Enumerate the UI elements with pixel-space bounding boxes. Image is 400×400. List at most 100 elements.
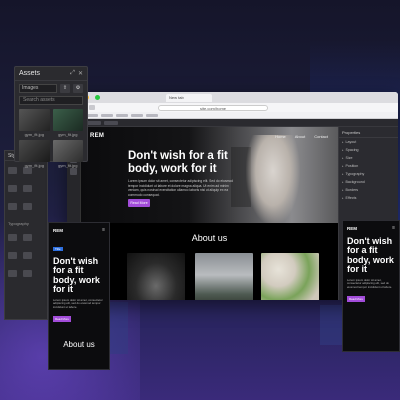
asset-item[interactable]: gym_fit.jpg <box>19 140 50 168</box>
asset-caption: gym_fit.jpg <box>58 132 78 137</box>
property-group[interactable]: ▸ Borders <box>339 186 398 194</box>
property-group[interactable]: ▸ Layout <box>339 138 398 146</box>
browser-toolbar: site.com/home <box>67 103 398 112</box>
asset-item[interactable]: gym_fit.jpg <box>52 140 83 168</box>
asset-caption: gym_fit.jpg <box>58 163 78 168</box>
mobile-hero-text[interactable]: Lorem ipsum dolor sit amet, consectetur … <box>49 297 109 312</box>
about-section[interactable]: About us <box>81 223 338 300</box>
chevron-right-icon: ▸ <box>342 180 344 184</box>
browser-tab[interactable]: New tab <box>166 93 212 102</box>
mobile-navbar: REM ≡ <box>343 221 399 235</box>
about-photo-food[interactable] <box>261 253 319 300</box>
border-icon[interactable] <box>8 270 17 277</box>
design-canvas[interactable]: REM Home About Contact Don't wish for a … <box>81 127 338 300</box>
chevron-right-icon: ▸ <box>342 196 344 200</box>
properties-panel-title: Properties <box>339 127 398 138</box>
assets-panel-header: Assets ⤢ ✕ <box>15 67 87 81</box>
align-right-icon[interactable] <box>8 185 17 192</box>
mobile-read-more-button[interactable]: Read More <box>347 296 365 303</box>
hero-section[interactable]: REM Home About Contact Don't wish for a … <box>81 127 338 225</box>
editor-toolbar <box>67 119 398 127</box>
asset-search-input[interactable]: Search assets <box>19 96 83 105</box>
property-group-label: Borders <box>345 188 359 192</box>
property-group-label: Background <box>345 180 365 184</box>
nav-links: Home About Contact <box>275 134 328 139</box>
asset-caption: gym_fit.jpg <box>24 132 44 137</box>
bookmark-item[interactable] <box>101 113 113 117</box>
hero-text[interactable]: Lorem ipsum dolor sit amet, consectetur … <box>128 179 240 197</box>
typography-section-label: Typography <box>8 221 29 226</box>
layout-grid-icon[interactable] <box>23 185 33 192</box>
layout-column-icon[interactable] <box>23 203 33 210</box>
shadow-icon[interactable] <box>23 270 33 277</box>
assets-panel-controls: ⤢ ✕ <box>70 70 83 77</box>
italic-icon[interactable] <box>23 234 33 241</box>
style-panel: Style Typography <box>4 150 48 320</box>
maximize-window-icon[interactable] <box>95 95 100 100</box>
asset-item[interactable]: gym_fit.jpg <box>52 109 83 137</box>
property-group[interactable]: ▸ Background <box>339 178 398 186</box>
property-group[interactable]: ▸ Spacing <box>339 146 398 154</box>
asset-thumbnail <box>52 140 83 162</box>
menu-icon[interactable]: ≡ <box>102 227 105 233</box>
property-group[interactable]: ▸ Effects <box>339 194 398 202</box>
settings-icon[interactable]: ⚙ <box>73 84 83 93</box>
asset-thumbnail <box>19 109 50 131</box>
site-logo[interactable]: REM <box>90 133 104 139</box>
asset-type-select[interactable]: Images <box>19 84 57 93</box>
about-photo-gym[interactable] <box>127 253 185 300</box>
expand-icon[interactable]: ⤢ <box>70 70 75 77</box>
bold-icon[interactable] <box>8 234 17 241</box>
property-group-label: Effects <box>345 196 357 200</box>
mobile-hero-text[interactable]: Lorem ipsum dolor sit amet, consectetur … <box>343 277 399 292</box>
mobile-preview-right[interactable]: REM ≡ Don't wish for a fit body, work fo… <box>342 220 400 352</box>
about-title[interactable]: About us <box>81 233 338 243</box>
editor-toolbar-item[interactable] <box>87 120 101 125</box>
mobile-preview-left[interactable]: REM ≡ Title Don't wish for a fit body, w… <box>48 222 110 370</box>
nav-link-home[interactable]: Home <box>275 134 286 139</box>
selected-element-tag: Title <box>53 247 63 251</box>
read-more-button[interactable]: Read More <box>128 199 150 207</box>
hero-photo-person <box>246 135 300 225</box>
mobile-hero-title[interactable]: Don't wish for a fit body, work for it <box>49 255 109 297</box>
bookmark-item[interactable] <box>116 113 128 117</box>
assets-panel-title: Assets <box>19 70 41 77</box>
property-group-label: Typography <box>345 172 365 176</box>
bookmark-item[interactable] <box>146 113 158 117</box>
about-photo-mountain[interactable] <box>195 253 253 300</box>
property-group[interactable]: ▸ Size <box>339 154 398 162</box>
asset-item[interactable]: gym_fit.jpg <box>19 109 50 137</box>
bookmark-item[interactable] <box>131 113 143 117</box>
chevron-right-icon: ▸ <box>342 188 344 192</box>
mobile-logo[interactable]: REM <box>347 226 357 231</box>
property-group-label: Position <box>345 164 359 168</box>
reload-icon[interactable] <box>89 105 95 110</box>
property-group-label: Spacing <box>345 148 359 152</box>
nav-link-contact[interactable]: Contact <box>314 134 328 139</box>
property-group[interactable]: ▸ Position <box>339 162 398 170</box>
nav-link-about[interactable]: About <box>295 134 305 139</box>
asset-caption: gym_fit.jpg <box>24 163 44 168</box>
chevron-right-icon: ▸ <box>342 164 344 168</box>
menu-icon[interactable]: ≡ <box>392 225 395 231</box>
assets-filter-row: Images ⇧ ⚙ <box>15 81 87 96</box>
layout-row-icon[interactable] <box>8 203 17 210</box>
asset-grid: gym_fit.jpg gym_fit.jpg gym_fit.jpg gym_… <box>15 105 87 172</box>
mobile-logo[interactable]: REM <box>53 228 63 233</box>
property-group-label: Size <box>345 156 353 160</box>
property-group[interactable]: ▸ Typography <box>339 170 398 178</box>
editor-toolbar-item[interactable] <box>104 120 118 125</box>
mobile-about-title[interactable]: About us <box>49 340 109 349</box>
asset-thumbnail <box>19 140 50 162</box>
upload-icon[interactable]: ⇧ <box>60 84 70 93</box>
bookmarks-bar <box>67 112 398 119</box>
underline-icon[interactable] <box>8 252 17 259</box>
property-group-label: Layout <box>345 140 357 144</box>
hero-title[interactable]: Don't wish for a fit body, work for it <box>128 150 258 175</box>
close-icon[interactable]: ✕ <box>78 70 83 77</box>
spacing-icon[interactable] <box>23 252 33 259</box>
browser-tab-bar: New tab <box>67 92 398 103</box>
mobile-read-more-button[interactable]: Read More <box>53 316 71 323</box>
mobile-hero-title[interactable]: Don't wish for a fit body, work for it <box>343 235 399 277</box>
address-bar[interactable]: site.com/home <box>158 104 268 111</box>
